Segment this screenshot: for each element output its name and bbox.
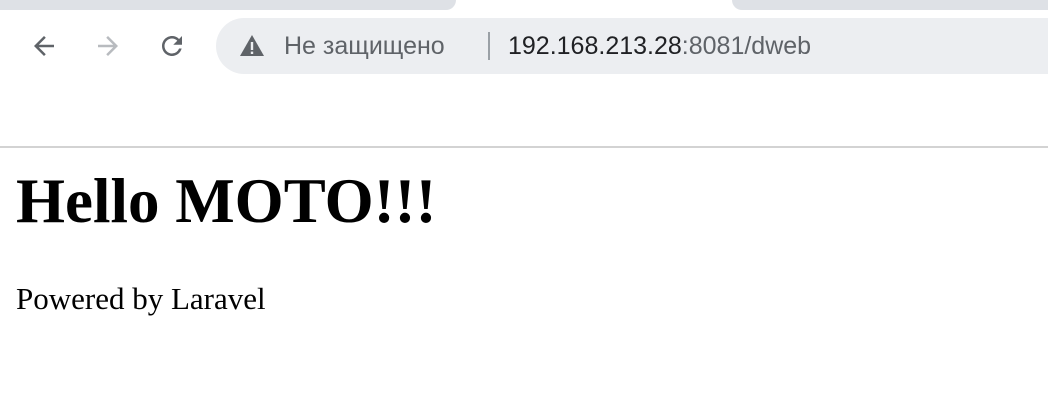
browser-toolbar: Не защищено 192.168.213.28:8081/dweb [0, 12, 1048, 80]
browser-window: Не защищено 192.168.213.28:8081/dweb Hel… [0, 0, 1048, 414]
page-separator [0, 146, 1048, 148]
arrow-right-icon [98, 36, 118, 56]
warning-triangle-icon[interactable] [238, 33, 266, 59]
forward-button[interactable] [88, 26, 128, 66]
tab-strip [0, 0, 1048, 12]
powered-by-text: Powered by Laravel [16, 281, 266, 316]
reload-icon [162, 36, 182, 56]
address-bar[interactable]: Не защищено 192.168.213.28:8081/dweb [216, 18, 1048, 74]
page-heading: Hello MOTO!!! [16, 166, 437, 236]
url-text[interactable]: 192.168.213.28:8081/dweb [508, 31, 811, 61]
security-status-label[interactable]: Не защищено [284, 31, 445, 61]
url-port-path: :8081/dweb [681, 32, 812, 60]
tab-inactive-right[interactable] [732, 0, 1048, 10]
tab-inactive-left[interactable] [0, 0, 456, 10]
reload-button[interactable] [152, 26, 192, 66]
arrow-left-icon [34, 36, 54, 56]
url-divider [488, 32, 490, 60]
back-button[interactable] [24, 26, 64, 66]
url-host: 192.168.213.28 [508, 32, 682, 60]
